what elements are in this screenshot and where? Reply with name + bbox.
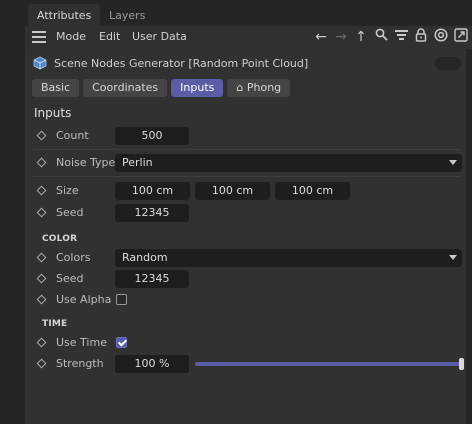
param-label: Use Alpha: [56, 293, 112, 306]
param-label: Seed: [56, 272, 84, 285]
attributes-panel: Scene Nodes Generator [Random Point Clou…: [25, 49, 466, 424]
use-time-checkbox[interactable]: [116, 337, 127, 348]
tab-bar: Attributes Layers: [0, 0, 472, 29]
param-seed: Seed 12345: [25, 202, 466, 224]
dropdown-value: Random: [122, 251, 168, 264]
keyframe-diamond-icon[interactable]: [36, 157, 47, 168]
param-label: Colors: [56, 251, 91, 264]
filter-icon[interactable]: [392, 28, 410, 46]
color-seed-field[interactable]: 12345: [115, 270, 189, 288]
object-title: Scene Nodes Generator [Random Point Clou…: [54, 56, 309, 70]
cube-icon: [33, 56, 47, 70]
param-label: Size: [56, 184, 79, 197]
chevron-down-icon: [449, 160, 457, 165]
toolbar-icons: ← → ↑: [312, 27, 470, 47]
subtab-phong[interactable]: ⌂ Phong: [227, 79, 291, 97]
divider: [33, 149, 461, 150]
hamburger-menu-icon[interactable]: [32, 31, 46, 43]
menu-bar: Mode Edit User Data ← → ↑: [25, 26, 472, 49]
attribute-subtabs: Basic Coordinates Inputs ⌂ Phong: [32, 79, 291, 97]
section-title: Inputs: [34, 106, 72, 120]
keyframe-diamond-icon[interactable]: [36, 185, 47, 196]
use-alpha-checkbox[interactable]: [116, 294, 127, 305]
search-icon[interactable]: [372, 28, 390, 46]
arrow-right-icon[interactable]: →: [332, 28, 350, 46]
keyframe-diamond-icon[interactable]: [36, 252, 47, 263]
param-colors: Colors Random: [25, 247, 466, 269]
noise-type-dropdown[interactable]: Perlin: [115, 154, 462, 172]
keyframe-diamond-icon[interactable]: [36, 273, 47, 284]
dropdown-value: Perlin: [122, 156, 153, 169]
param-size: Size 100 cm 100 cm 100 cm: [25, 180, 466, 202]
param-count: Count 500: [25, 125, 466, 147]
keyframe-diamond-icon[interactable]: [36, 294, 47, 305]
chevron-down-icon: [449, 255, 457, 260]
size-z-field[interactable]: 100 cm: [275, 182, 350, 200]
param-use-alpha: Use Alpha: [25, 289, 466, 311]
object-toggle[interactable]: [435, 57, 461, 70]
param-color-seed: Seed 12345: [25, 268, 466, 290]
subtab-inputs[interactable]: Inputs: [171, 79, 224, 97]
param-use-time: Use Time: [25, 332, 466, 354]
strength-slider[interactable]: [195, 362, 462, 366]
group-title-color: COLOR: [42, 234, 78, 244]
param-label: Noise Type: [56, 156, 116, 169]
keyframe-diamond-icon[interactable]: [36, 130, 47, 141]
colors-dropdown[interactable]: Random: [115, 249, 462, 267]
seed-field[interactable]: 12345: [115, 204, 189, 222]
param-strength: Strength 100 %: [25, 353, 466, 375]
strength-slider-handle[interactable]: [459, 358, 464, 370]
subtab-coordinates[interactable]: Coordinates: [83, 79, 168, 97]
arrow-left-icon[interactable]: ←: [312, 28, 330, 46]
subtab-basic[interactable]: Basic: [32, 79, 80, 97]
scrollbar[interactable]: [466, 29, 472, 424]
arrow-up-icon[interactable]: ↑: [352, 28, 370, 46]
divider: [33, 176, 461, 177]
keyframe-diamond-icon[interactable]: [36, 207, 47, 218]
size-x-field[interactable]: 100 cm: [115, 182, 190, 200]
lock-icon[interactable]: [412, 27, 430, 47]
expand-icon[interactable]: [452, 27, 470, 47]
menu-user-data[interactable]: User Data: [132, 30, 187, 43]
menu-edit[interactable]: Edit: [99, 30, 120, 43]
left-dock-strip: [0, 0, 25, 424]
param-noise-type: Noise Type Perlin: [25, 152, 466, 174]
param-label: Count: [56, 129, 89, 142]
group-title-time: TIME: [42, 319, 68, 329]
strength-field[interactable]: 100 %: [115, 355, 189, 373]
count-field[interactable]: 500: [115, 127, 189, 145]
menu-mode[interactable]: Mode: [56, 30, 86, 43]
size-y-field[interactable]: 100 cm: [195, 182, 270, 200]
keyframe-diamond-icon[interactable]: [36, 337, 47, 348]
param-label: Use Time: [56, 336, 107, 349]
param-label: Strength: [56, 357, 104, 370]
target-icon[interactable]: [432, 27, 450, 47]
keyframe-diamond-icon[interactable]: [36, 358, 47, 369]
param-label: Seed: [56, 206, 84, 219]
object-header: Scene Nodes Generator [Random Point Clou…: [33, 55, 308, 71]
